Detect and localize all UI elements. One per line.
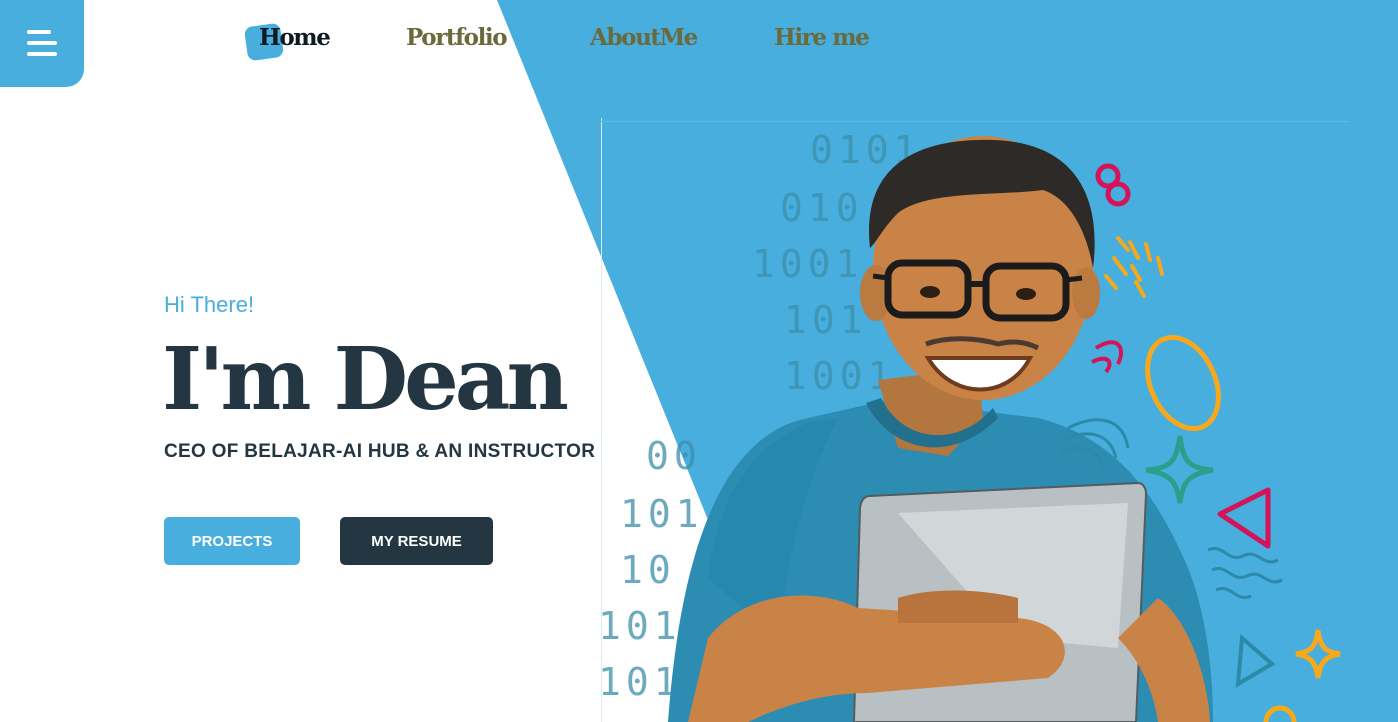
nav-about[interactable]: AboutMe (590, 22, 698, 54)
person-figure (668, 136, 1213, 722)
portrait-illustration: 0101 010 1001 101 1001 00 101 10 101 101 (598, 118, 1398, 722)
nav-portfolio[interactable]: Portfolio (406, 22, 508, 54)
projects-button[interactable]: PROJECTS (164, 517, 300, 565)
nav-home[interactable]: Home (259, 22, 331, 54)
main-nav: Home Portfolio AboutMe Hire me (0, 22, 900, 62)
my-resume-button[interactable]: MY RESUME (340, 517, 493, 565)
hero-subtitle: CEO OF BELAJAR-AI HUB & AN INSTRUCTOR (164, 441, 596, 462)
hero-greeting: Hi There! (164, 292, 255, 317)
hero-name: I'm Dean (162, 329, 569, 430)
nav-hire[interactable]: Hire me (774, 22, 870, 54)
